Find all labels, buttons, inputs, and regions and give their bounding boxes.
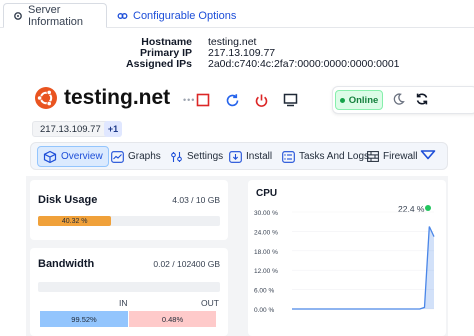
gear-icon [13,11,23,21]
nav-settings[interactable]: Settings [165,146,228,167]
cube-icon [43,150,57,164]
top-tab-bar: Server Information Configurable Options [0,0,474,28]
bandwidth-out-bar: 0.48% [129,311,216,327]
restart-icon [225,93,240,108]
nav-firewall[interactable]: Firewall [362,146,422,167]
status-panel: Online [332,86,474,114]
cpu-area [292,226,434,309]
cpu-y-tick-label: 6.00 % [254,288,274,295]
settings-link-icon [117,11,128,21]
disk-usage-percent: 40.32 % [61,217,88,225]
cpu-y-tick-label: 18.00 % [254,249,278,256]
assigned-ips-label: Assigned IPs [126,58,192,70]
refresh-button[interactable] [415,92,429,106]
disk-usage-fill: 40.32 % [38,216,112,226]
ip-chip[interactable]: 217.13.109.77 [32,121,109,137]
nav-overview[interactable]: Overview [37,146,109,167]
restart-button[interactable] [219,87,245,113]
graph-icon [111,150,124,163]
cpu-card: CPU 22.4 % 30.00 % 24.00 % 18.00 % 12.00 % 6… [248,180,446,336]
firewall-icon [367,151,379,162]
bandwidth-in-value: 99.52% [71,314,97,324]
bandwidth-in-label: IN [119,298,128,308]
assigned-ips-row: Assigned IPs 2a0d:c740:4c:2fa7:0000:0000… [0,58,474,70]
server-nav: Overview Graphs Settings Install Tasks A… [30,142,448,170]
disk-usage-value: 4.03 / 10 GB [172,195,220,205]
nav-graphs[interactable]: Graphs [106,146,166,167]
chevron-down-icon [420,149,436,161]
nav-tasks-and-logs[interactable]: Tasks And Logs [277,146,374,167]
tab-server-information[interactable]: Server Information [3,3,107,28]
tab-configurable-options-label: Configurable Options [133,9,237,22]
more-ips-label: +1 [107,124,119,134]
console-button[interactable] [277,87,303,113]
bandwidth-bar [38,282,220,292]
server-name: testing.net [64,86,171,109]
nav-firewall-label: Firewall [383,151,418,162]
cpu-y-tick-label: 30.00 % [254,210,278,217]
stop-button[interactable] [190,87,216,113]
moon-icon [391,92,405,106]
nav-graphs-label: Graphs [128,151,161,162]
assigned-ips-value: 2a0d:c740:4c:2fa7:0000:0000:0000:0001 [208,58,400,70]
disk-usage-bar: 40.32 % [38,216,220,226]
tasks-icon [282,150,295,163]
nav-more-button[interactable] [420,149,436,161]
cpu-chart: 30.00 % 24.00 % 18.00 % 12.00 % 6.00 % 0.00 % [254,210,435,314]
status-dot-icon [339,97,345,103]
tab-server-information-label: Server Information [28,3,84,28]
more-ips-button[interactable]: +1 [104,121,122,137]
bandwidth-out-label: OUT [201,298,219,308]
status-label: Online [348,94,379,106]
disk-usage-title: Disk Usage [38,194,98,206]
status-badge: Online [335,90,383,110]
ip-chip-label: 217.13.109.77 [40,123,101,135]
install-icon [229,150,242,163]
sliders-icon [170,151,183,163]
nav-install-label: Install [246,151,273,162]
nav-overview-label: Overview [61,151,103,162]
stop-icon [196,93,210,107]
bandwidth-out-value: 0.48% [161,314,184,324]
server-header: testing.net ••• Online [32,84,474,116]
refresh-icon [415,92,429,106]
overview-panels: Disk Usage 4.03 / 10 GB 40.32 % Bandwidt… [26,176,448,336]
power-icon [254,93,269,108]
tab-configurable-options[interactable]: Configurable Options [108,3,245,28]
nav-install[interactable]: Install [224,146,277,167]
bandwidth-in-bar: 99.52% [40,311,128,327]
ubuntu-logo-icon [34,86,58,110]
console-icon [283,93,298,107]
dark-mode-toggle[interactable] [391,92,405,106]
cpu-y-tick-label: 24.00 % [254,229,278,236]
bandwidth-value: 0.02 / 102400 GB [153,259,220,269]
bandwidth-title: Bandwidth [38,258,95,270]
nav-tasks-label: Tasks And Logs [299,151,370,162]
bandwidth-card: Bandwidth 0.02 / 102400 GB IN OUT 99.52%… [30,248,228,336]
power-button[interactable] [248,87,274,113]
disk-usage-card: Disk Usage 4.03 / 10 GB 40.32 % [30,180,228,240]
cpu-y-tick-label: 0.00 % [254,307,274,314]
nav-settings-label: Settings [187,151,224,162]
cpu-y-tick-label: 12.00 % [254,268,278,275]
cpu-line [292,226,435,310]
